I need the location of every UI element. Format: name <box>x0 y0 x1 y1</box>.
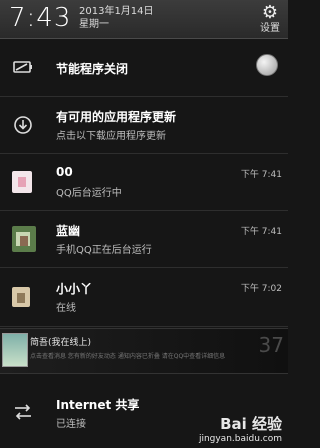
qq-avatar-icon <box>12 226 36 252</box>
watermark-url: jingyan.baidu.com <box>198 434 282 444</box>
qq-notification-row-3[interactable]: 小小丫 在线 下午 7:02 <box>0 268 288 327</box>
qq1-sub: QQ后台运行中 <box>56 188 122 199</box>
qq-notification-row-1[interactable]: 00 QQ后台运行中 下午 7:41 <box>0 154 288 211</box>
date-block: 2013年1月14日 星期一 <box>79 5 154 31</box>
qq1-time: 下午 7:41 <box>240 170 282 180</box>
power-saving-title: 节能程序关闭 <box>56 62 129 76</box>
gear-icon: ⚙ <box>261 2 279 23</box>
clock-time: 7:43 <box>9 3 72 33</box>
status-header: 7:43 2013年1月14日 星期一 ⚙ 设置 <box>0 0 288 39</box>
update-row[interactable]: 有可用的应用程序更新 点击以下载应用程序更新 <box>0 97 288 154</box>
internet-sub: 已连接 <box>56 419 86 430</box>
watermark: Bai 经验 jingyan.baidu.com <box>199 413 282 444</box>
battery-saver-icon <box>13 61 32 73</box>
settings-button[interactable]: ⚙ 设置 <box>258 3 282 35</box>
qq-notification-row-2[interactable]: 蓝幽 手机QQ正在后台运行 下午 7:41 <box>0 211 288 268</box>
internet-title: Internet 共享 <box>56 398 140 412</box>
qq2-time: 下午 7:41 <box>240 227 282 237</box>
power-saving-row[interactable]: 节能程序关闭 <box>0 39 288 97</box>
qq-avatar-icon <box>12 287 30 307</box>
watermark-brand: Bai 经验 <box>220 415 282 433</box>
qq1-title: 00 <box>56 165 73 179</box>
ticker-banner[interactable]: 简吾(我在线上) 点击查看消息 您有新的好友动态 通知内容已折叠 请在QQ中查看… <box>0 328 288 374</box>
date-text: 2013年1月14日 <box>79 6 154 17</box>
banner-text: 点击查看消息 您有新的好友动态 通知内容已折叠 请在QQ中查看详细信息 <box>30 353 226 360</box>
power-saving-toggle[interactable] <box>256 54 278 76</box>
banner-number: 37 <box>258 333 284 357</box>
settings-label: 设置 <box>260 23 280 34</box>
transfer-arrows-icon <box>15 404 31 420</box>
qq3-title: 小小丫 <box>56 282 93 296</box>
banner-thumbnail <box>2 333 28 367</box>
qq3-time: 下午 7:02 <box>240 284 282 294</box>
qq2-title: 蓝幽 <box>56 224 81 238</box>
banner-title: 简吾(我在线上) <box>30 338 92 348</box>
update-icon <box>14 116 32 134</box>
qq-avatar-icon <box>12 171 32 193</box>
weekday-text: 星期一 <box>79 19 109 30</box>
qq3-sub: 在线 <box>56 303 76 314</box>
update-title: 有可用的应用程序更新 <box>56 110 177 124</box>
update-sub: 点击以下载应用程序更新 <box>56 131 166 142</box>
qq2-sub: 手机QQ正在后台运行 <box>56 245 152 256</box>
